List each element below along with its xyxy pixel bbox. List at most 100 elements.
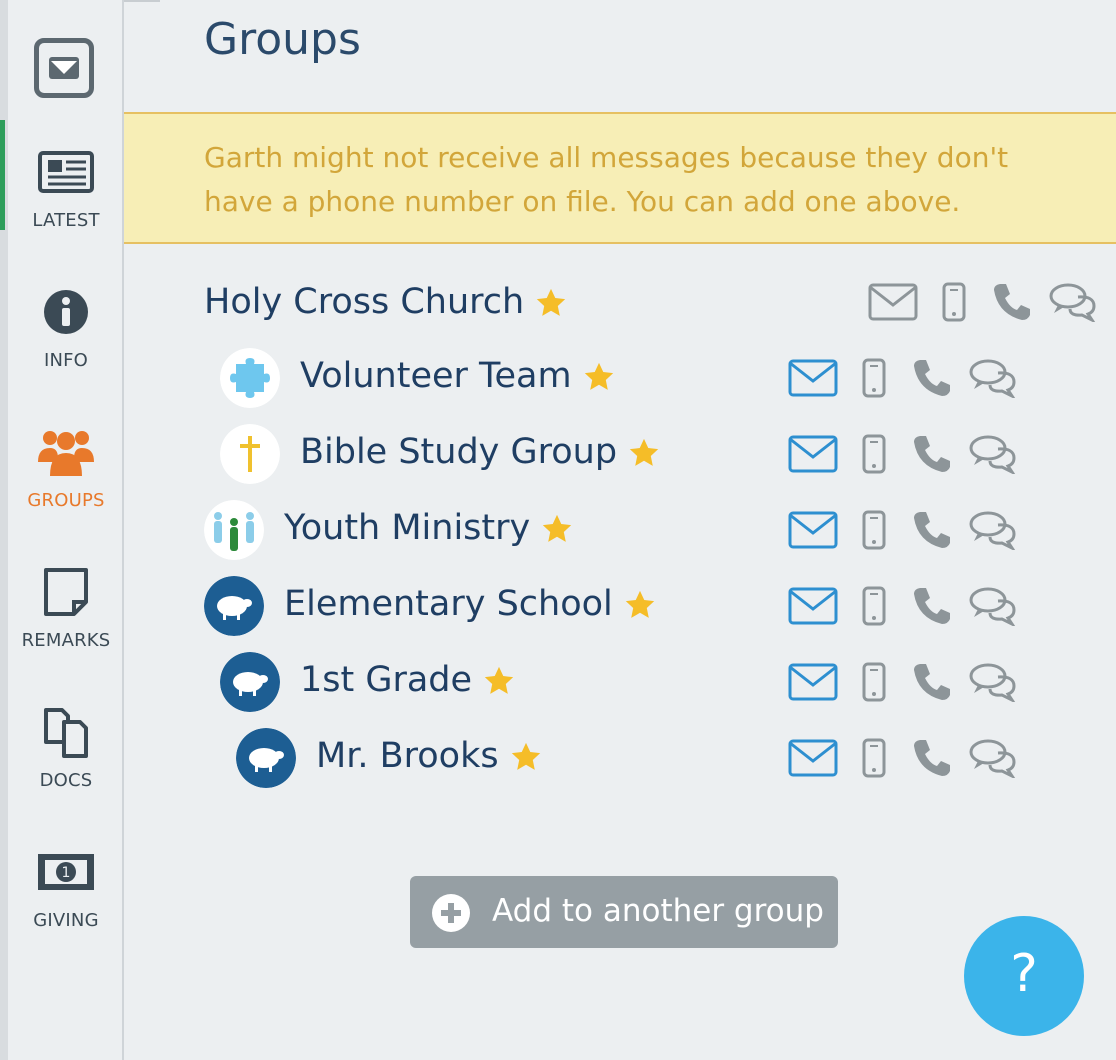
people-icon — [38, 431, 94, 476]
phone-call-icon[interactable] — [912, 738, 952, 778]
chat-bubbles-icon[interactable] — [1048, 282, 1098, 322]
cross-icon — [220, 424, 280, 484]
group-name-wrap: Bible Study Group — [300, 432, 661, 472]
group-row[interactable]: Volunteer Team — [220, 348, 1116, 408]
add-to-group-label: Add to another group — [492, 893, 824, 929]
group-row[interactable]: 1st Grade — [220, 652, 1116, 712]
group-row[interactable]: Elementary School — [204, 576, 1104, 636]
left-edge-accent — [0, 120, 5, 230]
puzzle-icon — [220, 348, 280, 408]
email-icon[interactable] — [788, 662, 838, 702]
star-icon[interactable] — [623, 588, 657, 622]
phone-warning-alert: Garth might not receive all messages bec… — [124, 112, 1116, 244]
sidebar-item-remarks[interactable]: REMARKS — [8, 568, 124, 668]
sheep-icon — [220, 652, 280, 712]
help-button[interactable]: ? — [964, 916, 1084, 1036]
phone-call-icon[interactable] — [912, 434, 952, 474]
main-content: Groups Garth might not receive all messa… — [124, 0, 1116, 1060]
email-icon[interactable] — [868, 282, 918, 322]
contact-actions — [788, 738, 1024, 788]
chat-bubbles-icon[interactable] — [968, 586, 1018, 626]
phone-call-icon[interactable] — [992, 282, 1032, 322]
sidebar-item-label: GROUPS — [27, 490, 105, 511]
left-edge-panel — [0, 0, 8, 1060]
info-icon — [44, 290, 88, 334]
sidebar-item-label: DOCS — [39, 770, 93, 791]
page-title: Groups — [204, 14, 361, 65]
mobile-phone-icon[interactable] — [862, 738, 886, 778]
contact-actions — [788, 662, 1024, 712]
email-icon[interactable] — [788, 434, 838, 474]
help-button-label: ? — [1010, 944, 1038, 1004]
phone-call-icon[interactable] — [912, 510, 952, 550]
star-icon[interactable] — [627, 436, 661, 470]
sidebar-item-label: REMARKS — [21, 630, 111, 651]
star-icon[interactable] — [482, 664, 516, 698]
group-name-wrap: Elementary School — [284, 584, 657, 624]
sidebar-item-giving[interactable]: 1 GIVING — [8, 848, 124, 948]
group-row[interactable]: Youth Ministry — [204, 500, 1104, 560]
group-name: Mr. Brooks — [316, 736, 499, 776]
mobile-phone-icon[interactable] — [862, 662, 886, 702]
group-name-wrap: 1st Grade — [300, 660, 516, 700]
mobile-phone-icon[interactable] — [862, 358, 886, 398]
sheep-icon — [236, 728, 296, 788]
phone-call-icon[interactable] — [912, 358, 952, 398]
svg-text:1: 1 — [62, 865, 71, 881]
group-name-wrap: Holy Cross Church — [204, 282, 568, 322]
star-icon[interactable] — [534, 286, 568, 320]
email-icon[interactable] — [788, 586, 838, 626]
sidebar-item-label: LATEST — [32, 210, 100, 231]
documents-icon — [44, 708, 88, 758]
alert-message: Garth might not receive all messages bec… — [204, 141, 1009, 218]
money-icon: 1 — [38, 854, 94, 890]
group-row[interactable]: Mr. Brooks — [236, 728, 1116, 788]
group-name-wrap: Youth Ministry — [284, 508, 574, 548]
sidebar-item-info[interactable]: INFO — [8, 288, 124, 388]
plus-circle-icon — [432, 894, 470, 932]
email-icon[interactable] — [788, 738, 838, 778]
sidebar-item-groups[interactable]: GROUPS — [8, 428, 124, 528]
page: LATEST INFO GROUPS REMARKS DOCS 1 GIVING… — [0, 0, 1116, 1060]
phone-call-icon[interactable] — [912, 586, 952, 626]
chat-bubbles-icon[interactable] — [968, 738, 1018, 778]
dropdown-toggle-button[interactable] — [34, 38, 94, 98]
chat-bubbles-icon[interactable] — [968, 510, 1018, 550]
contact-actions — [788, 358, 1024, 408]
group-name: Elementary School — [284, 584, 613, 624]
group-name: Youth Ministry — [284, 508, 531, 548]
add-to-group-button[interactable]: Add to another group — [410, 876, 838, 948]
group-name-wrap: Mr. Brooks — [316, 736, 543, 776]
dropdown-caret-icon — [49, 57, 79, 79]
sheep-icon — [204, 576, 264, 636]
chat-bubbles-icon[interactable] — [968, 434, 1018, 474]
sidebar-item-latest[interactable]: LATEST — [8, 148, 124, 248]
email-icon[interactable] — [788, 358, 838, 398]
star-icon[interactable] — [582, 360, 616, 394]
star-icon[interactable] — [509, 740, 543, 774]
newspaper-icon — [38, 151, 94, 193]
sidebar-item-label: INFO — [43, 350, 89, 371]
mobile-phone-icon[interactable] — [862, 434, 886, 474]
contact-actions — [868, 282, 1104, 332]
group-row[interactable]: Bible Study Group — [220, 424, 1116, 484]
note-icon — [44, 568, 88, 616]
chat-bubbles-icon[interactable] — [968, 662, 1018, 702]
contact-actions — [788, 434, 1024, 484]
sidebar-item-docs[interactable]: DOCS — [8, 708, 124, 808]
email-icon[interactable] — [788, 510, 838, 550]
group-name-wrap: Volunteer Team — [300, 356, 616, 396]
contact-actions — [788, 510, 1024, 560]
group-name: Bible Study Group — [300, 432, 618, 472]
chat-bubbles-icon[interactable] — [968, 358, 1018, 398]
group-row[interactable]: Holy Cross Church — [204, 274, 1104, 334]
mobile-phone-icon[interactable] — [862, 510, 886, 550]
group-name: Volunteer Team — [300, 356, 572, 396]
star-icon[interactable] — [540, 512, 574, 546]
mobile-phone-icon[interactable] — [862, 586, 886, 626]
sidebar-item-label: GIVING — [33, 910, 99, 931]
mobile-phone-icon[interactable] — [942, 282, 966, 322]
phone-call-icon[interactable] — [912, 662, 952, 702]
group-name: Holy Cross Church — [204, 282, 525, 322]
group-name: 1st Grade — [300, 660, 473, 700]
